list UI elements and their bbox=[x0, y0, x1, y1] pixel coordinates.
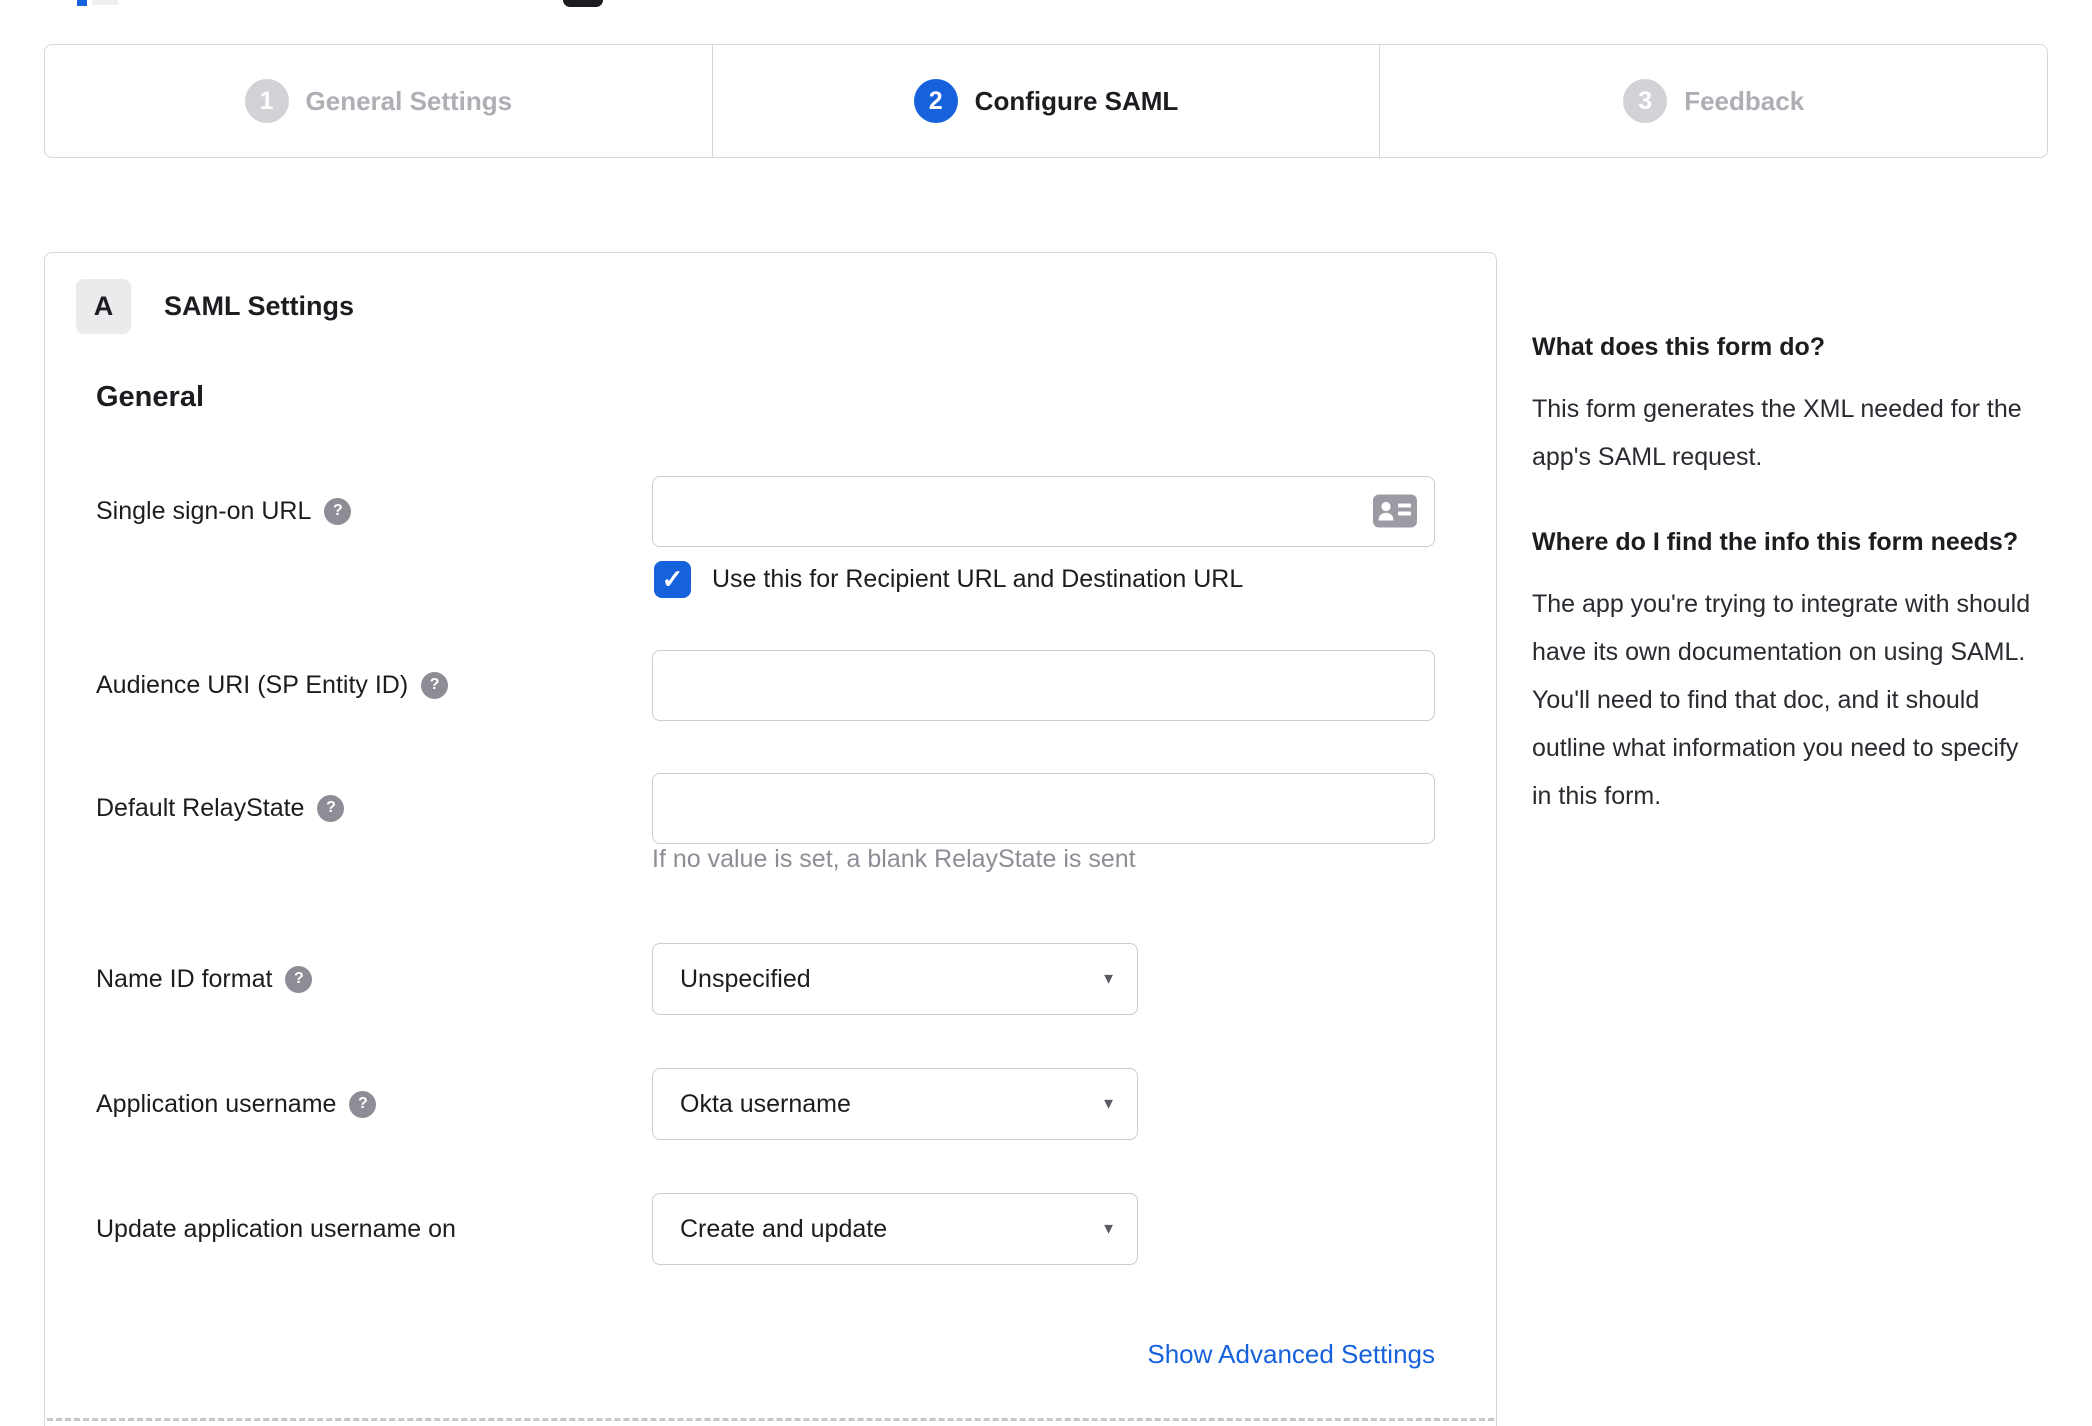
update-username-select[interactable]: Create and update ▼ bbox=[652, 1193, 1138, 1265]
cutoff-gray-fragment bbox=[92, 0, 118, 5]
step-2-circle: 2 bbox=[913, 79, 958, 123]
help-icon[interactable]: ? bbox=[421, 671, 449, 699]
application-username-label: Application username bbox=[96, 1089, 337, 1118]
update-username-label: Update application username on bbox=[96, 1214, 456, 1243]
step-3-label: Feedback bbox=[1684, 85, 1805, 116]
relay-state-label-wrap: Default RelayState ? bbox=[96, 794, 652, 823]
step-feedback[interactable]: 3 Feedback bbox=[1379, 45, 2047, 157]
relay-state-row: Default RelayState ? bbox=[96, 772, 1435, 844]
audience-uri-row: Audience URI (SP Entity ID) ? bbox=[96, 649, 1435, 721]
sidebar-question-1: What does this form do? bbox=[1532, 333, 1826, 361]
relay-state-input[interactable] bbox=[652, 772, 1435, 844]
help-icon[interactable]: ? bbox=[349, 1090, 377, 1118]
recipient-url-checkbox[interactable]: ✓ bbox=[654, 560, 691, 598]
step-2-label: Configure SAML bbox=[974, 85, 1179, 116]
sidebar-question-2: Where do I find the info this form needs… bbox=[1532, 528, 2019, 556]
saml-settings-panel: A SAML Settings General Single sign-on U… bbox=[44, 252, 1497, 1426]
sso-url-row: Single sign-on URL ? bbox=[96, 475, 1435, 547]
general-section-heading: General bbox=[96, 381, 204, 413]
help-icon[interactable]: ? bbox=[317, 794, 345, 822]
sso-url-label: Single sign-on URL bbox=[96, 496, 312, 525]
step-1-circle: 1 bbox=[244, 79, 289, 123]
sso-url-label-wrap: Single sign-on URL ? bbox=[96, 497, 652, 526]
relay-state-hint: If no value is set, a blank RelayState i… bbox=[652, 845, 1136, 873]
section-dashed-divider bbox=[47, 1418, 1494, 1421]
step-3-circle: 3 bbox=[1623, 79, 1668, 123]
sidebar-answer-2: The app you're trying to integrate with … bbox=[1532, 590, 2031, 810]
help-icon[interactable]: ? bbox=[285, 965, 313, 993]
audience-uri-input[interactable] bbox=[652, 649, 1435, 721]
update-username-label-wrap: Update application username on bbox=[96, 1215, 652, 1244]
cutoff-dark-fragment bbox=[563, 0, 603, 7]
relay-state-input-wrap bbox=[652, 772, 1435, 844]
chevron-down-icon: ▼ bbox=[1101, 970, 1116, 988]
help-icon[interactable]: ? bbox=[324, 497, 352, 525]
name-id-format-label-wrap: Name ID format ? bbox=[96, 965, 652, 994]
update-username-row: Update application username on Create an… bbox=[96, 1193, 1138, 1265]
name-id-format-value: Unspecified bbox=[680, 964, 811, 993]
step-general-settings[interactable]: 1 General Settings bbox=[45, 45, 712, 157]
name-id-format-label: Name ID format bbox=[96, 964, 273, 993]
application-username-value: Okta username bbox=[680, 1089, 851, 1118]
update-username-value: Create and update bbox=[680, 1214, 888, 1243]
sso-url-input[interactable] bbox=[652, 475, 1435, 547]
help-sidebar: What does this form do? This form genera… bbox=[1532, 323, 2037, 820]
panel-title: SAML Settings bbox=[164, 291, 355, 321]
chevron-down-icon: ▼ bbox=[1101, 1095, 1116, 1113]
sidebar-answer-1: This form generates the XML needed for t… bbox=[1532, 395, 2022, 471]
sso-url-input-wrap bbox=[652, 475, 1435, 547]
recipient-url-checkbox-row: ✓ Use this for Recipient URL and Destina… bbox=[654, 557, 1243, 601]
application-username-row: Application username ? Okta username ▼ bbox=[96, 1068, 1138, 1140]
audience-uri-input-wrap bbox=[652, 649, 1435, 721]
name-id-format-row: Name ID format ? Unspecified ▼ bbox=[96, 943, 1138, 1015]
audience-uri-label: Audience URI (SP Entity ID) bbox=[96, 670, 409, 699]
section-a-badge: A bbox=[76, 279, 131, 334]
relay-state-label: Default RelayState bbox=[96, 793, 305, 822]
application-username-label-wrap: Application username ? bbox=[96, 1090, 652, 1119]
show-advanced-settings-link[interactable]: Show Advanced Settings bbox=[1147, 1339, 1435, 1370]
name-id-format-select[interactable]: Unspecified ▼ bbox=[652, 943, 1138, 1015]
contact-card-icon[interactable] bbox=[1372, 494, 1418, 529]
application-username-select[interactable]: Okta username ▼ bbox=[652, 1068, 1138, 1140]
page: 1 General Settings 2 Configure SAML 3 Fe… bbox=[0, 0, 2092, 1426]
wizard-stepper: 1 General Settings 2 Configure SAML 3 Fe… bbox=[44, 44, 2048, 158]
cutoff-blue-fragment bbox=[77, 0, 87, 6]
step-1-label: General Settings bbox=[305, 85, 513, 116]
audience-uri-label-wrap: Audience URI (SP Entity ID) ? bbox=[96, 671, 652, 700]
recipient-url-checkbox-label[interactable]: Use this for Recipient URL and Destinati… bbox=[712, 565, 1243, 594]
step-configure-saml[interactable]: 2 Configure SAML bbox=[711, 45, 1380, 157]
chevron-down-icon: ▼ bbox=[1101, 1220, 1116, 1238]
